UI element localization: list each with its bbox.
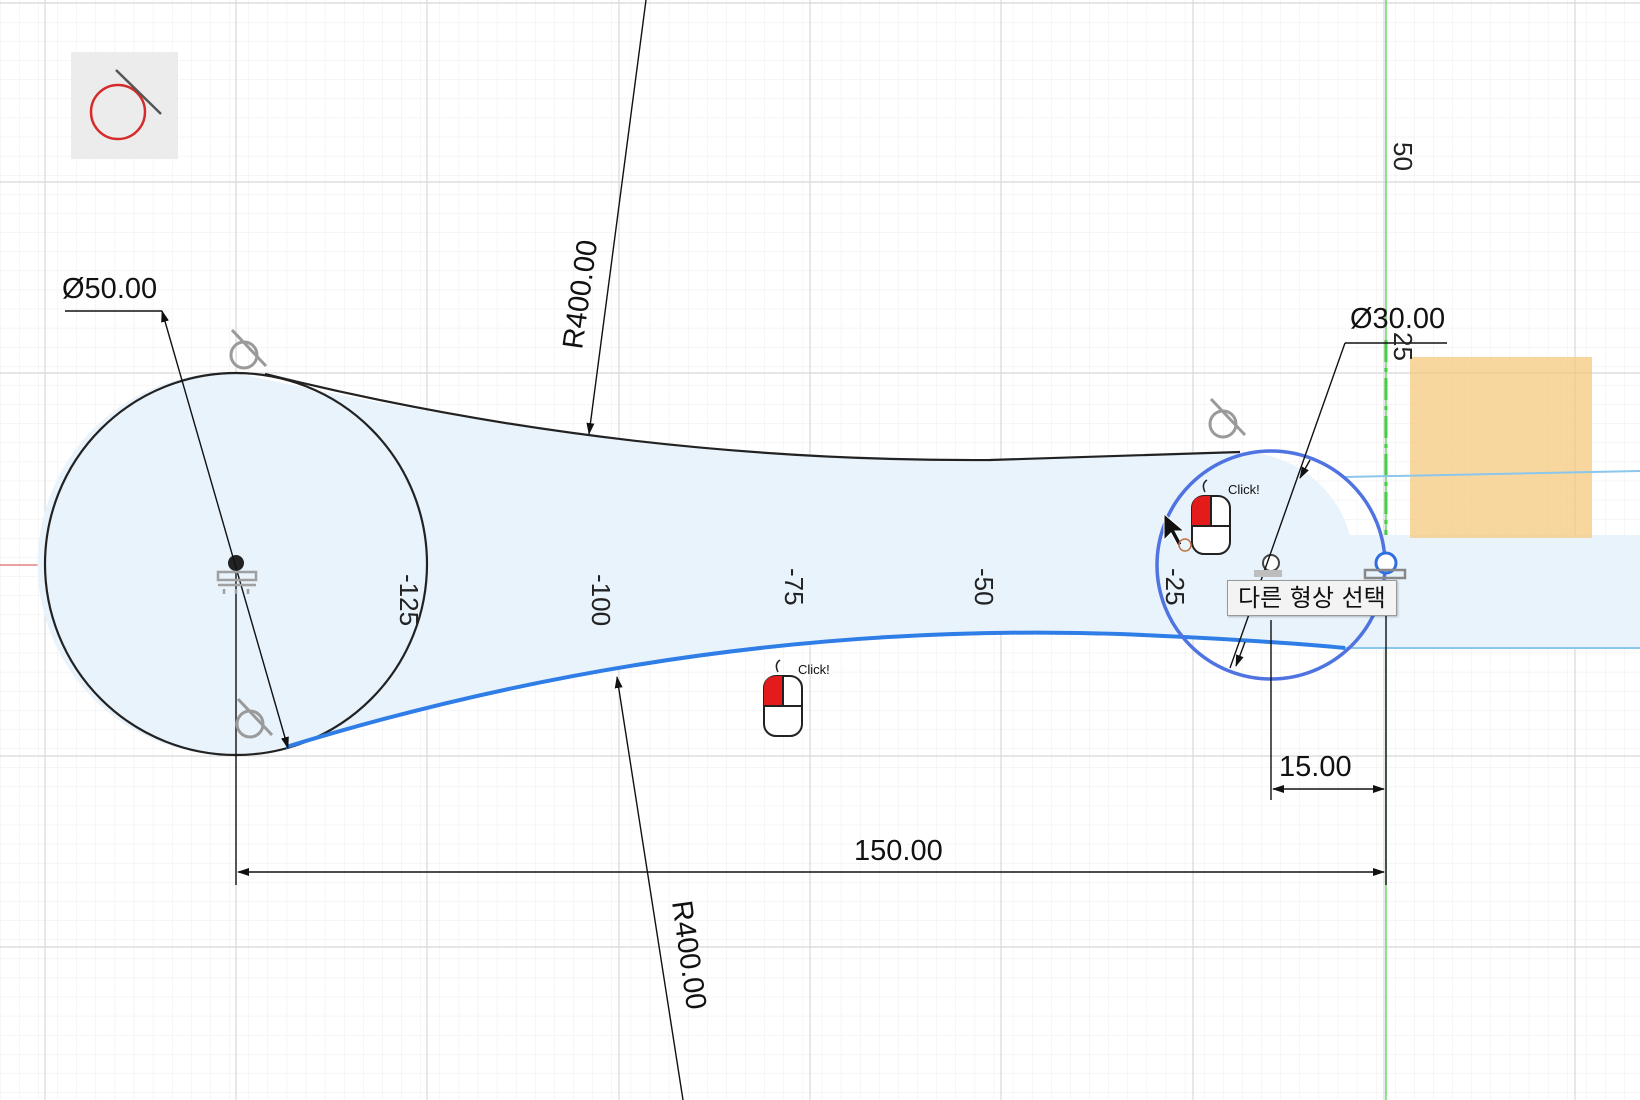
sketch-canvas[interactable]: Ø50.00 R400.00 R400.00 Ø30.00 15.00 150.… [0, 0, 1640, 1100]
offset-label: 15.00 [1279, 751, 1352, 783]
small-diameter-label: Ø30.00 [1350, 303, 1445, 335]
center-distance-label: 150.00 [854, 835, 943, 867]
tooltip-select-other-geometry: 다른 형상 선택 [1227, 580, 1397, 616]
active-tool-indicator [71, 52, 178, 159]
x-axis-label: -25 [1160, 568, 1190, 606]
x-axis-label: -75 [779, 568, 809, 606]
tangent-circle-icon [89, 69, 162, 141]
selection-box [1410, 357, 1592, 538]
coincident-marker [1254, 570, 1282, 577]
x-axis-label: -50 [969, 568, 999, 606]
y-axis-label: 25 [1388, 332, 1418, 361]
x-axis-label: -100 [586, 574, 616, 626]
click-hint-label: Click! [1228, 482, 1260, 497]
large-diameter-label: Ø50.00 [62, 273, 157, 305]
x-axis-label: -125 [394, 574, 424, 626]
click-hint-label: Click! [798, 662, 830, 677]
y-axis-label: 50 [1388, 142, 1418, 171]
